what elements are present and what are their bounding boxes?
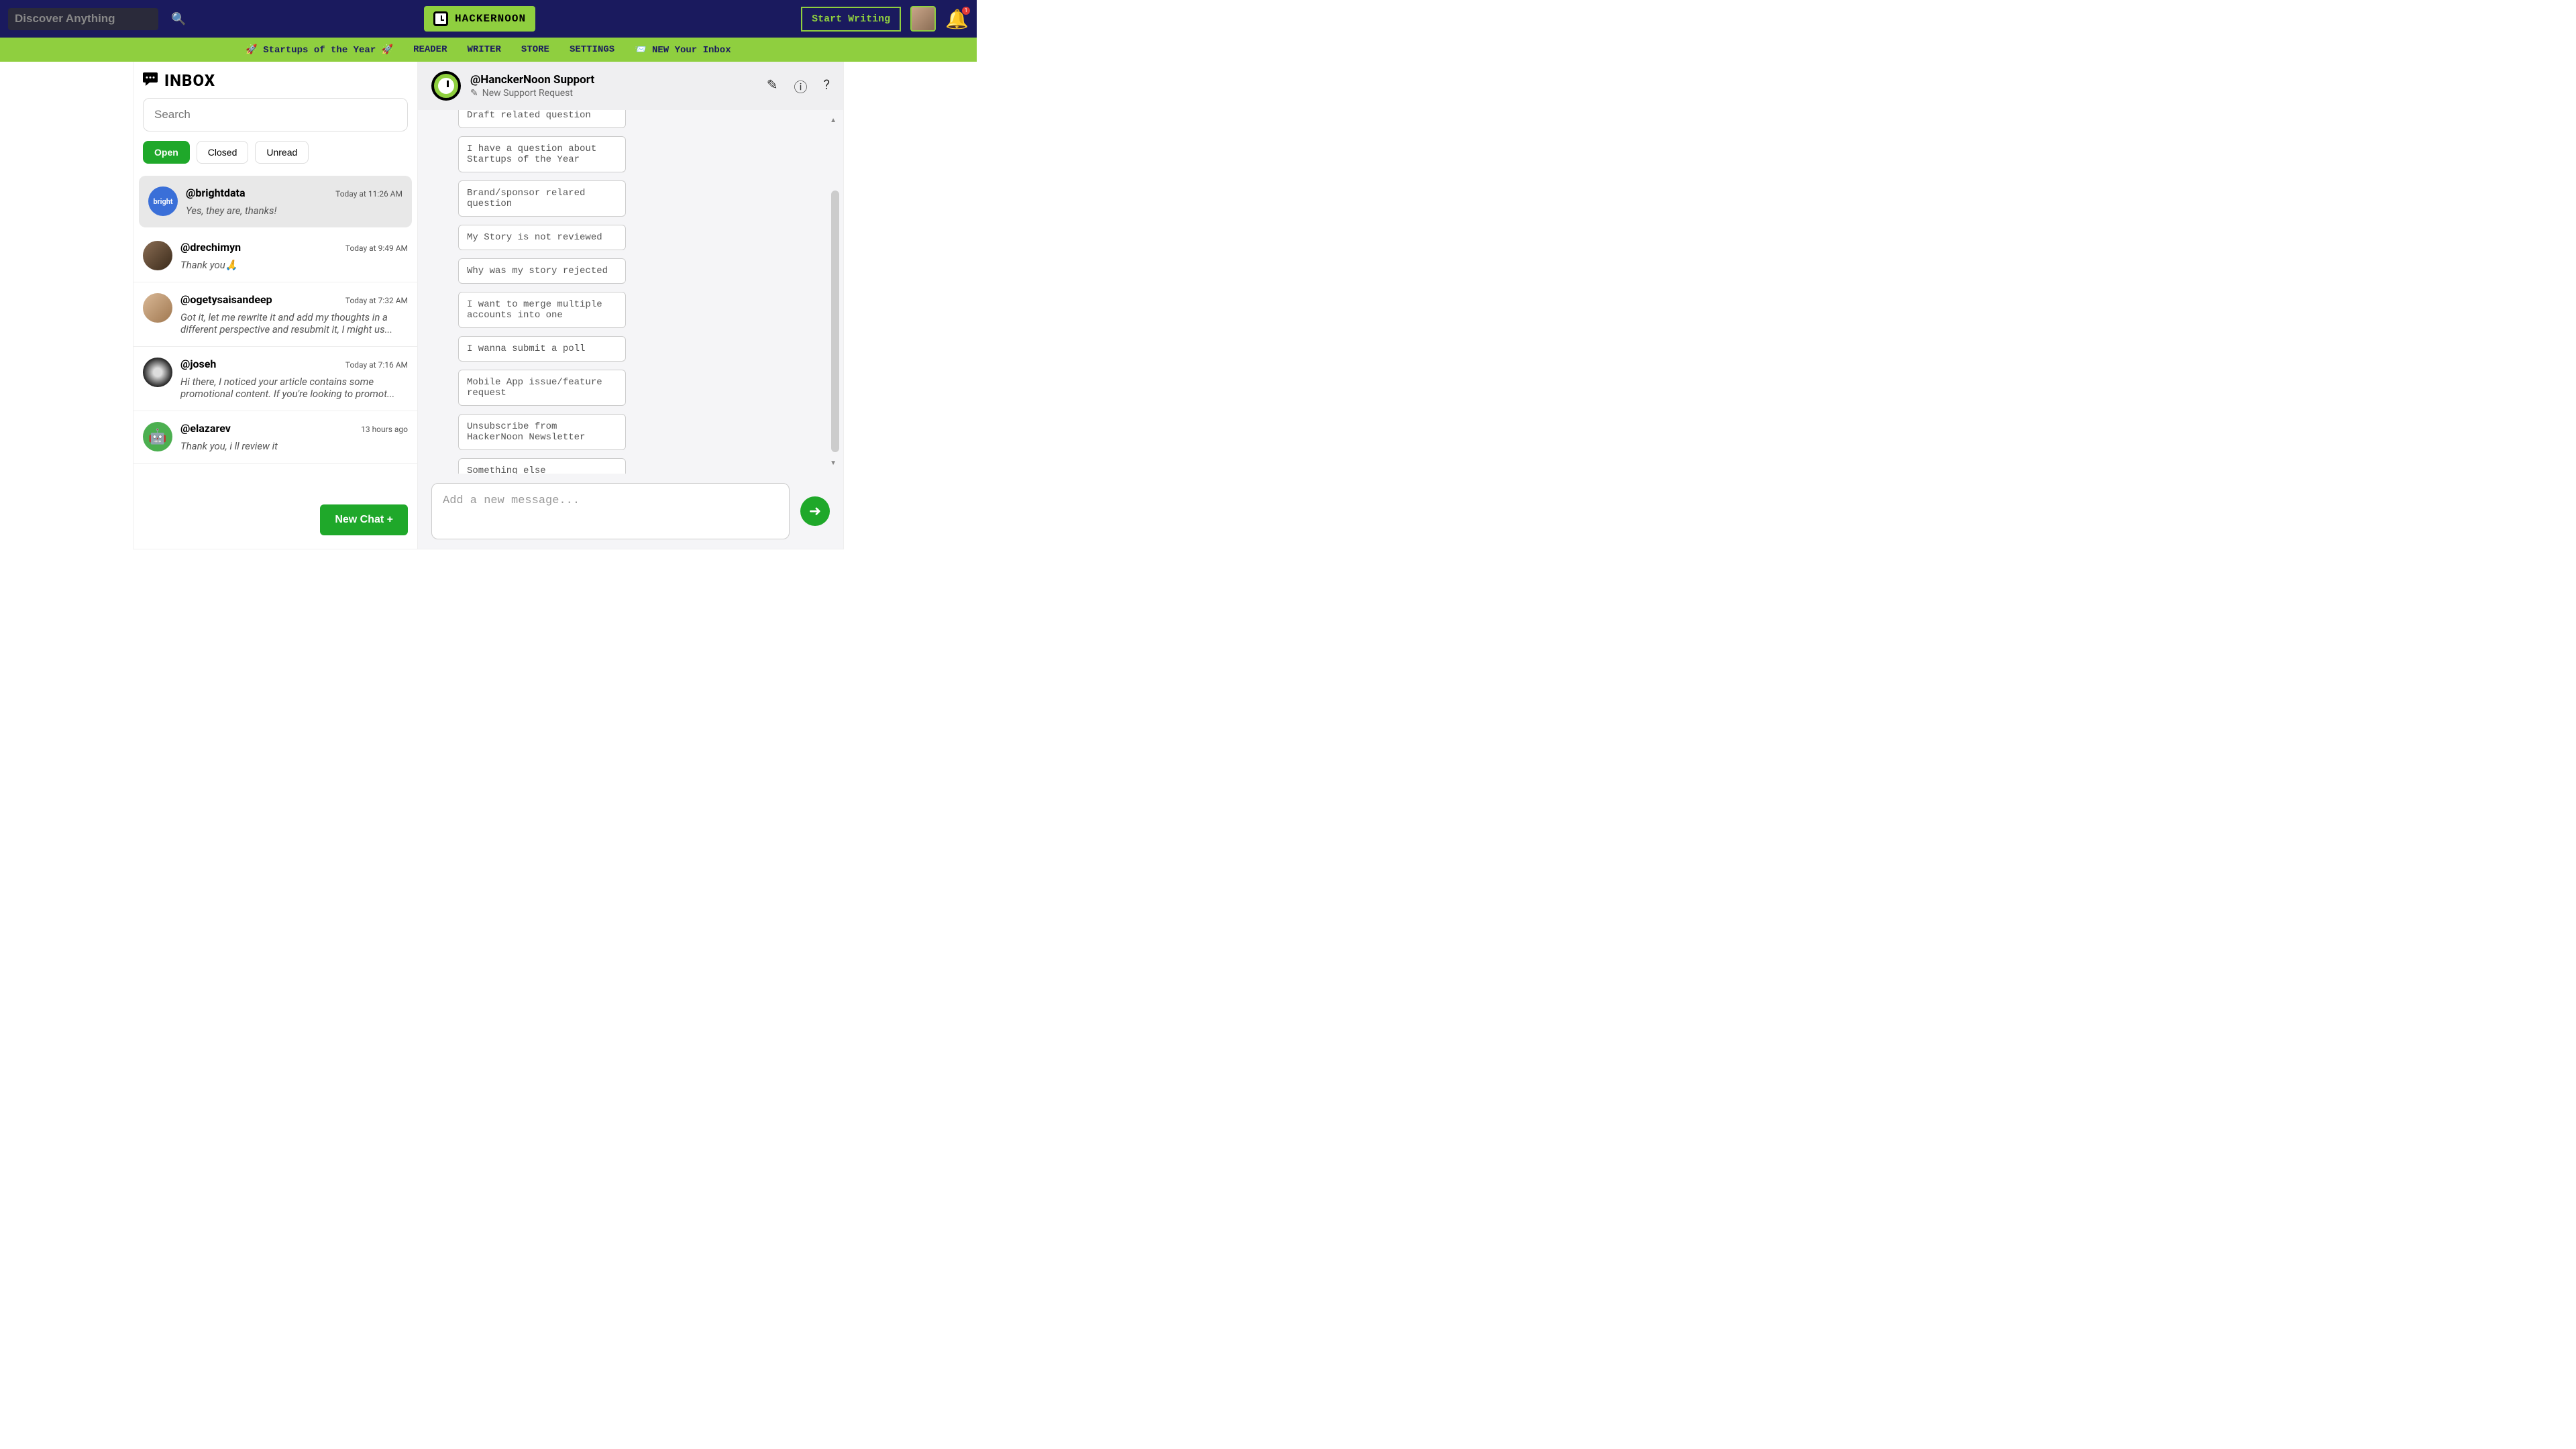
thread-time: Today at 9:49 AM	[345, 244, 408, 253]
support-option[interactable]: I wanna submit a poll	[458, 336, 626, 362]
chat-title: @HanckerNoon Support	[470, 73, 757, 87]
thread-preview: Got it, let me rewrite it and add my tho…	[180, 311, 408, 335]
support-option[interactable]: Why was my story rejected	[458, 258, 626, 284]
nav-inbox[interactable]: 📨 NEW Your Inbox	[635, 44, 731, 56]
arrow-right-icon: ➜	[809, 502, 821, 520]
chat-header: @HanckerNoon Support ✎New Support Reques…	[418, 62, 843, 110]
main-content: INBOX Open Closed Unread bright @brightd…	[0, 62, 977, 549]
chat-panel: @HanckerNoon Support ✎New Support Reques…	[418, 62, 844, 549]
chat-icon	[143, 72, 158, 89]
compose-icon[interactable]: ✎	[767, 76, 778, 96]
nav-writer[interactable]: WRITER	[468, 44, 501, 55]
support-option[interactable]: Unsubscribe from HackerNoon Newsletter	[458, 414, 626, 450]
compose-row: ➜	[418, 474, 843, 549]
thread-time: Today at 7:16 AM	[345, 360, 408, 370]
chat-subtitle: ✎New Support Request	[470, 88, 757, 99]
thread-time: 13 hours ago	[361, 425, 408, 434]
top-right-actions: Start Writing 🔔1	[801, 6, 969, 32]
support-option[interactable]: Mobile App issue/feature request	[458, 370, 626, 406]
info-icon[interactable]: ⓘ	[794, 76, 808, 96]
send-button[interactable]: ➜	[800, 496, 830, 526]
filter-closed[interactable]: Closed	[197, 141, 249, 164]
support-option[interactable]: Draft related question	[458, 110, 626, 128]
scrollbar-thumb[interactable]	[831, 191, 839, 452]
support-option[interactable]: I want to merge multiple accounts into o…	[458, 292, 626, 328]
nav-store[interactable]: STORE	[521, 44, 549, 55]
brand-text: HACKERNOON	[455, 13, 526, 25]
thread-item[interactable]: bright @brightdata Today at 11:26 AM Yes,…	[139, 176, 412, 227]
support-option[interactable]: My Story is not reviewed	[458, 225, 626, 250]
inbox-search-input[interactable]	[143, 98, 408, 131]
thread-avatar: bright	[148, 186, 178, 216]
thread-preview: Thank you, i ll review it	[180, 440, 408, 452]
support-avatar-icon	[431, 71, 461, 101]
brand-logo[interactable]: HACKERNOON	[424, 6, 535, 32]
thread-handle: @elazarev	[180, 422, 231, 435]
global-search[interactable]: 🔍	[8, 8, 158, 30]
start-writing-button[interactable]: Start Writing	[801, 7, 901, 32]
clock-icon	[433, 11, 448, 26]
thread-avatar	[143, 241, 172, 270]
filter-unread[interactable]: Unread	[255, 141, 309, 164]
top-navbar: 🔍 HACKERNOON Start Writing 🔔1	[0, 0, 977, 38]
inbox-panel: INBOX Open Closed Unread bright @brightd…	[133, 62, 418, 549]
chat-body: Draft related question I have a question…	[418, 110, 843, 474]
inbox-title: INBOX	[164, 71, 215, 90]
message-input[interactable]	[431, 483, 790, 539]
thread-preview: Yes, they are, thanks!	[186, 205, 402, 217]
nav-startups[interactable]: 🚀 Startups of the Year 🚀	[246, 44, 393, 56]
thread-avatar	[143, 358, 172, 387]
thread-time: Today at 7:32 AM	[345, 296, 408, 305]
thread-item[interactable]: 🤖 @elazarev 13 hours ago Thank you, i ll …	[133, 411, 417, 464]
thread-avatar	[143, 293, 172, 323]
user-avatar[interactable]	[910, 6, 936, 32]
filter-row: Open Closed Unread	[133, 141, 417, 173]
search-icon[interactable]: 🔍	[171, 12, 186, 26]
inbox-search	[143, 98, 408, 131]
thread-time: Today at 11:26 AM	[335, 189, 402, 199]
thread-item[interactable]: @drechimyn Today at 9:49 AM Thank you🙏	[133, 230, 417, 282]
notification-badge: 1	[962, 7, 970, 15]
scroll-up-icon[interactable]: ▲	[830, 117, 837, 124]
thread-handle: @ogetysaisandeep	[180, 293, 272, 306]
thread-item[interactable]: @ogetysaisandeep Today at 7:32 AM Got it,…	[133, 282, 417, 347]
sub-navbar: 🚀 Startups of the Year 🚀 READER WRITER S…	[0, 38, 977, 62]
global-search-input[interactable]	[15, 12, 167, 25]
nav-reader[interactable]: READER	[413, 44, 447, 55]
nav-settings[interactable]: SETTINGS	[570, 44, 614, 55]
notifications-bell-icon[interactable]: 🔔1	[945, 8, 969, 30]
thread-handle: @drechimyn	[180, 241, 241, 254]
thread-handle: @joseh	[180, 358, 216, 370]
scroll-down-icon[interactable]: ▼	[830, 460, 837, 467]
thread-handle: @brightdata	[186, 186, 246, 199]
edit-icon: ✎	[470, 88, 478, 99]
thread-item[interactable]: @joseh Today at 7:16 AM Hi there, I notic…	[133, 347, 417, 411]
thread-avatar: 🤖	[143, 422, 172, 451]
support-option[interactable]: Something else	[458, 458, 626, 474]
new-chat-button[interactable]: New Chat +	[320, 504, 408, 535]
thread-preview: Thank you🙏	[180, 259, 408, 271]
thread-preview: Hi there, I noticed your article contain…	[180, 376, 408, 400]
support-option[interactable]: Brand/sponsor relared question	[458, 180, 626, 217]
filter-open[interactable]: Open	[143, 141, 190, 164]
support-option[interactable]: I have a question about Startups of the …	[458, 136, 626, 172]
inbox-header: INBOX	[133, 71, 417, 98]
help-icon[interactable]: ?	[824, 76, 830, 96]
thread-list: bright @brightdata Today at 11:26 AM Yes,…	[133, 173, 417, 539]
